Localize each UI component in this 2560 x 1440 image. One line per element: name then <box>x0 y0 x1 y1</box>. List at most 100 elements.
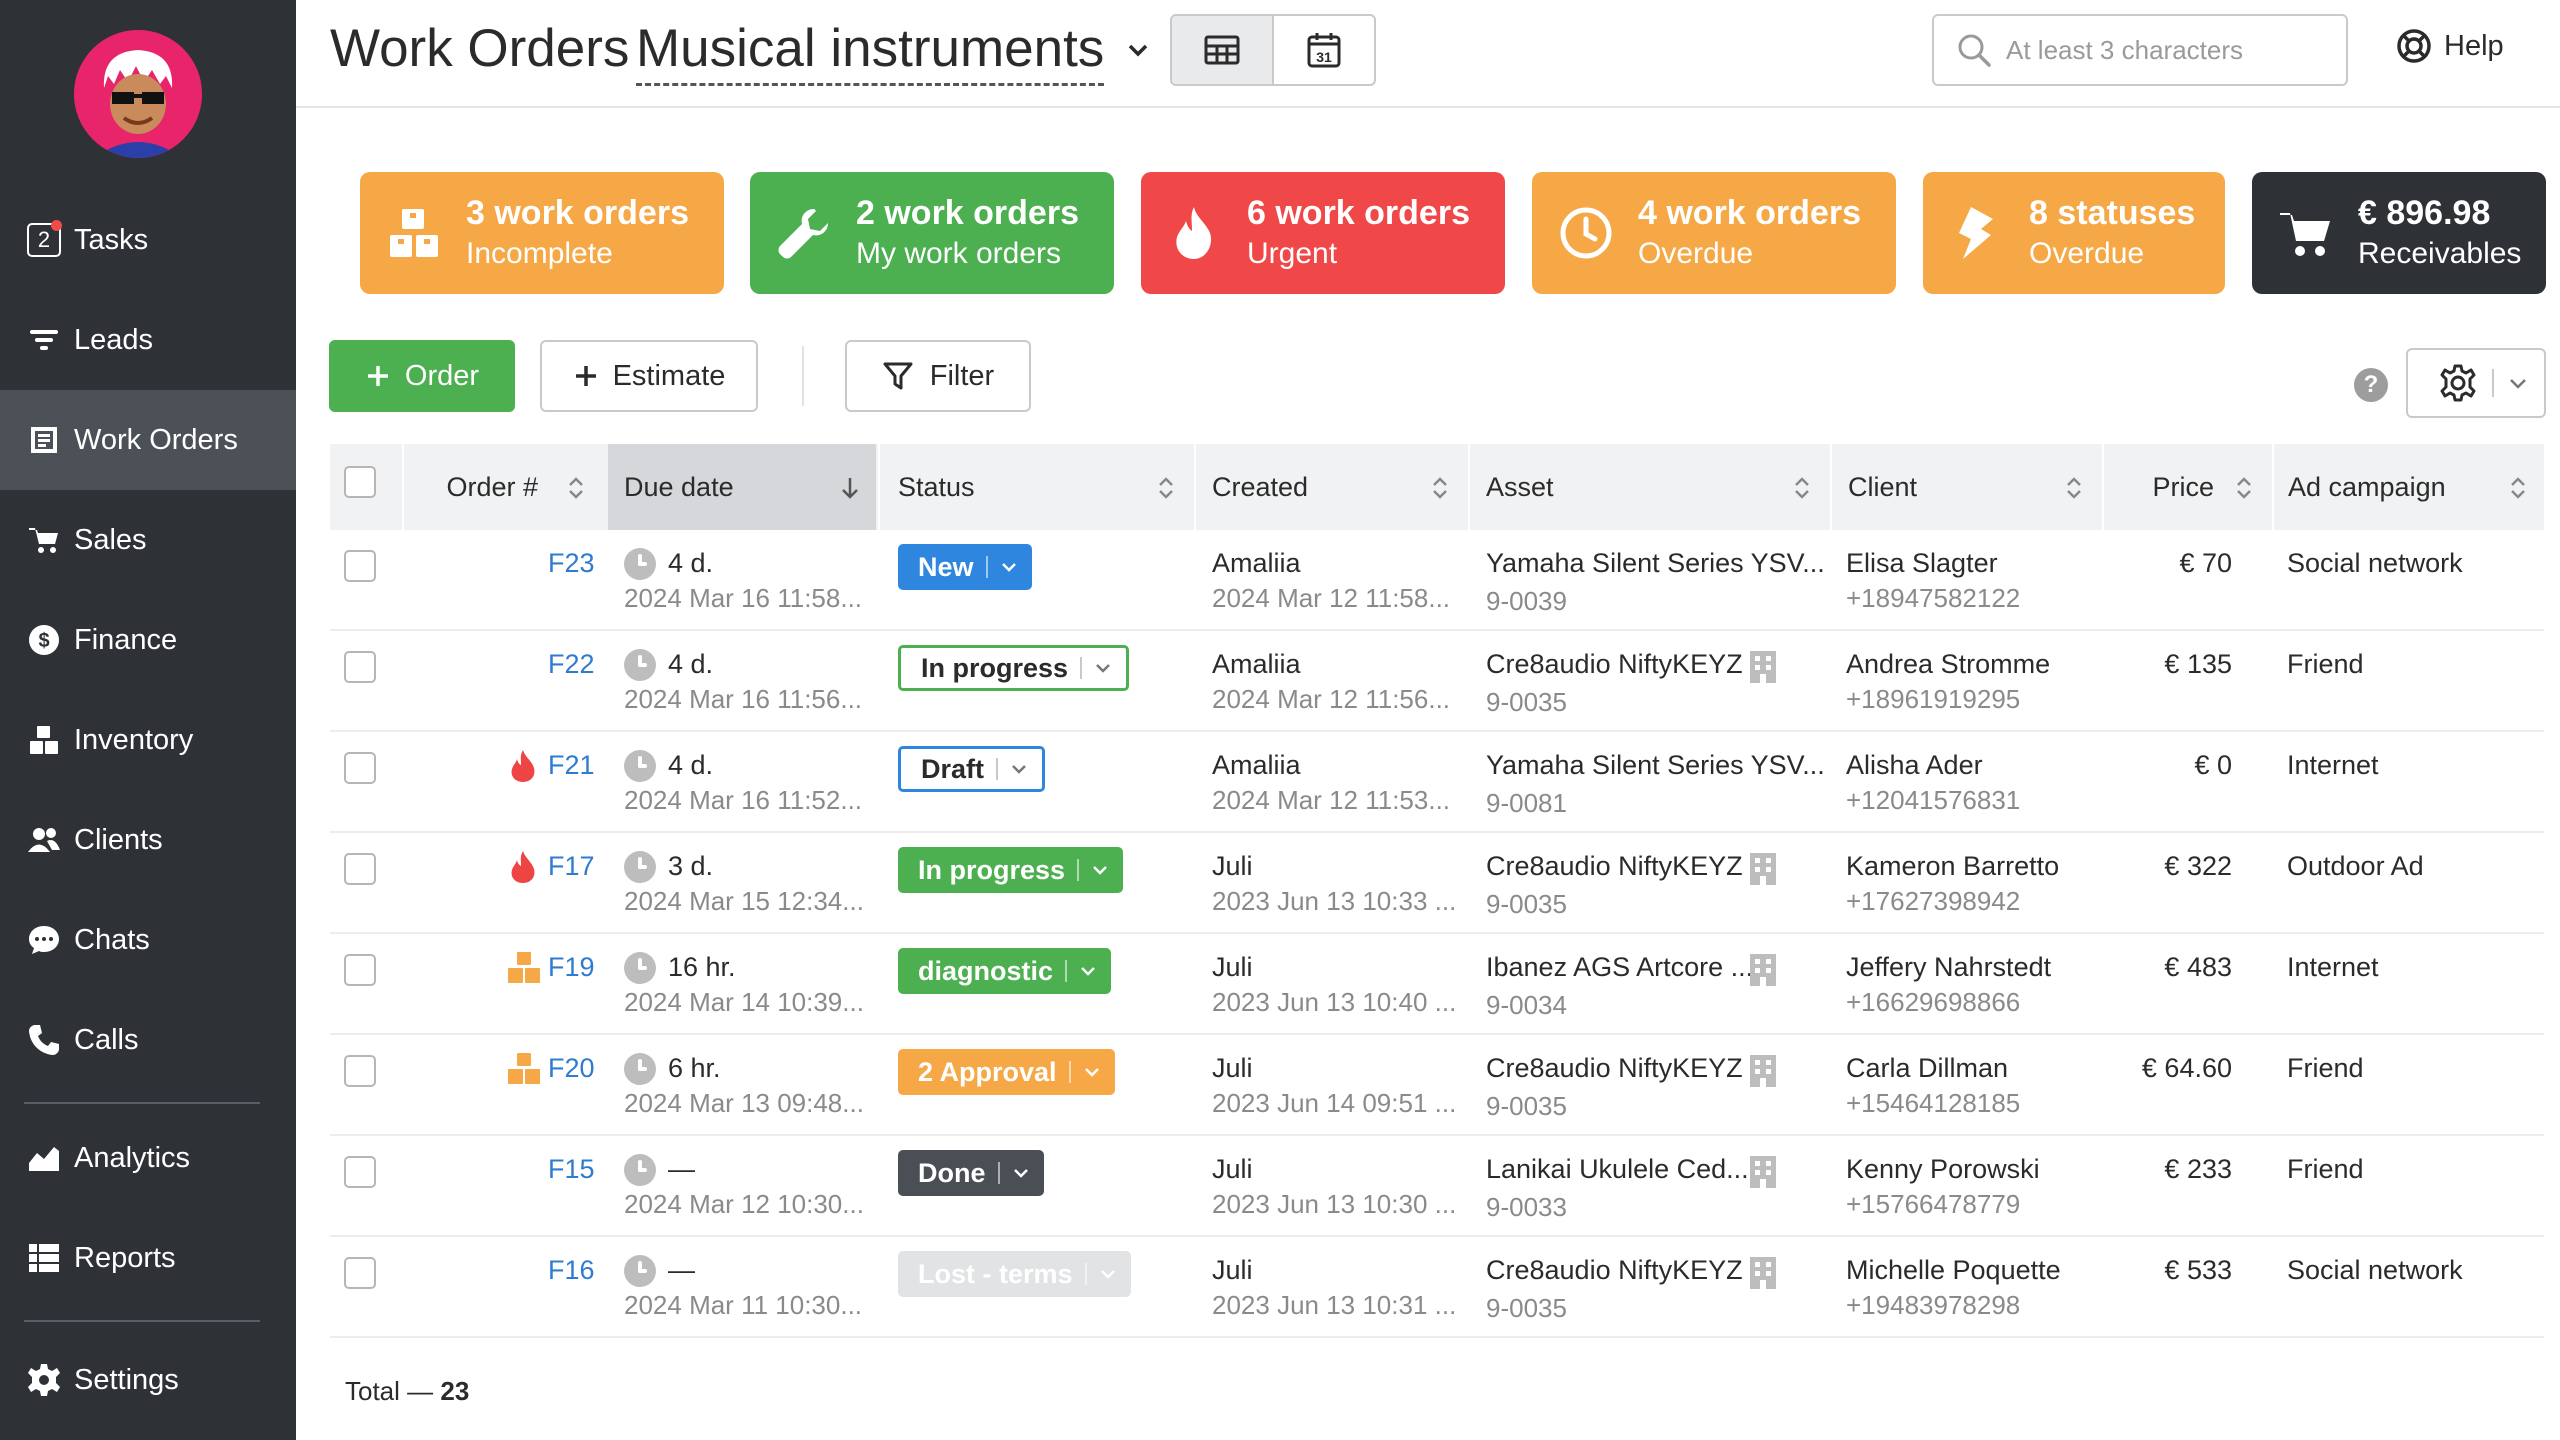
select-all-checkbox[interactable] <box>344 466 376 498</box>
divider <box>2492 369 2494 397</box>
column-header-ad-campaign[interactable]: Ad campaign <box>2274 444 2544 530</box>
row-checkbox[interactable] <box>344 1257 376 1289</box>
help-button[interactable]: Help <box>2396 28 2504 64</box>
table-row[interactable]: F21 4 d. 2024 Mar 16 11:52... Draft Amaliia 2… <box>330 732 2544 833</box>
sidebar-item-settings[interactable]: Settings <box>0 1330 296 1430</box>
client-name[interactable]: Michelle Poquette <box>1846 1255 2061 1286</box>
add-order-button[interactable]: Order <box>329 340 515 412</box>
sidebar-item-label: Clients <box>74 823 163 856</box>
client-name[interactable]: Alisha Ader <box>1846 750 1983 781</box>
add-order-label: Order <box>404 359 480 392</box>
order-number-link[interactable]: F22 <box>548 649 595 680</box>
sidebar-item-leads[interactable]: Leads <box>0 290 296 390</box>
asset-name[interactable]: Cre8audio NiftyKEYZ <box>1486 649 1743 680</box>
table-row[interactable]: F16 — 2024 Mar 11 10:30... Lost - terms Juli… <box>330 1237 2544 1338</box>
column-label: Order # <box>446 471 538 502</box>
card-overdue-work-orders[interactable]: 4 work orders Overdue <box>1532 172 1896 294</box>
order-number-link[interactable]: F23 <box>548 548 595 579</box>
sidebar-item-finance[interactable]: $ Finance <box>0 590 296 690</box>
sidebar-item-tasks[interactable]: 2 Tasks <box>0 190 296 290</box>
column-header-client[interactable]: Client <box>1832 444 2100 530</box>
table-row[interactable]: F23 4 d. 2024 Mar 16 11:58... New Amaliia 202… <box>330 530 2544 631</box>
card-urgent[interactable]: 6 work orders Urgent <box>1141 172 1505 294</box>
table-row[interactable]: F17 3 d. 2024 Mar 15 12:34... In progress Ju… <box>330 833 2544 934</box>
card-title: 4 work orders <box>1638 194 1861 232</box>
row-checkbox[interactable] <box>344 1156 376 1188</box>
avatar[interactable] <box>74 30 202 158</box>
client-name[interactable]: Kenny Porowski <box>1846 1154 2040 1185</box>
column-header-due-date[interactable]: Due date <box>608 444 876 530</box>
due-date: 2024 Mar 16 11:52... <box>624 785 863 815</box>
card-receivables[interactable]: € 896.98 Receivables <box>2252 172 2546 294</box>
status-dropdown[interactable]: diagnostic <box>898 948 1112 994</box>
asset-name[interactable]: Cre8audio NiftyKEYZ <box>1486 851 1743 882</box>
card-my-work-orders[interactable]: 2 work orders My work orders <box>750 172 1114 294</box>
asset-name[interactable]: Ibanez AGS Artcore ... <box>1486 952 1753 983</box>
client-phone: +18961919295 <box>1846 684 2021 714</box>
status-dropdown[interactable]: Done <box>898 1150 1044 1196</box>
order-number-link[interactable]: F17 <box>548 851 595 882</box>
due-date: 2024 Mar 16 11:56... <box>624 684 863 714</box>
row-checkbox[interactable] <box>344 954 376 986</box>
order-number-link[interactable]: F19 <box>548 952 595 983</box>
sidebar-item-clients[interactable]: Clients <box>0 790 296 890</box>
table-row[interactable]: F22 4 d. 2024 Mar 16 11:56... In progress Am… <box>330 631 2544 732</box>
order-number-link[interactable]: F15 <box>548 1154 595 1185</box>
order-number-link[interactable]: F16 <box>548 1255 595 1286</box>
status-dropdown[interactable]: In progress <box>898 847 1124 893</box>
status-dropdown[interactable]: In progress <box>898 645 1130 691</box>
filter-button[interactable]: Filter <box>845 340 1031 412</box>
asset-name[interactable]: Yamaha Silent Series YSV... <box>1486 548 1825 579</box>
row-checkbox[interactable] <box>344 853 376 885</box>
question-icon[interactable]: ? <box>2354 368 2388 402</box>
card-incomplete[interactable]: 3 work orders Incomplete <box>360 172 724 294</box>
row-checkbox[interactable] <box>344 550 376 582</box>
search-box <box>1932 14 2348 86</box>
client-name[interactable]: Andrea Stromme <box>1846 649 2050 680</box>
table-row[interactable]: F20 6 hr. 2024 Mar 13 09:48... 2 Approval Ju… <box>330 1035 2544 1136</box>
card-title: 3 work orders <box>466 194 689 232</box>
status-dropdown[interactable]: 2 Approval <box>898 1049 1115 1095</box>
asset-name[interactable]: Lanikai Ukulele Ced... <box>1486 1154 1749 1185</box>
column-header-created[interactable]: Created <box>1196 444 1466 530</box>
chevron-down-icon[interactable] <box>1118 30 1158 70</box>
asset-name[interactable]: Yamaha Silent Series YSV... <box>1486 750 1825 781</box>
clock-icon <box>624 1154 656 1186</box>
table-row[interactable]: F19 16 hr. 2024 Mar 14 10:39... diagnostic J… <box>330 934 2544 1035</box>
column-header-status[interactable]: Status <box>880 444 1192 530</box>
filter-label: Filter <box>929 359 995 392</box>
column-header-asset[interactable]: Asset <box>1470 444 1828 530</box>
card-overdue-statuses[interactable]: 8 statuses Overdue <box>1923 172 2225 294</box>
add-estimate-button[interactable]: Estimate <box>540 340 758 412</box>
asset-name[interactable]: Cre8audio NiftyKEYZ <box>1486 1255 1743 1286</box>
row-checkbox[interactable] <box>344 651 376 683</box>
client-name[interactable]: Elisa Slagter <box>1846 548 1998 579</box>
table-settings-button[interactable] <box>2406 348 2546 418</box>
client-name[interactable]: Kameron Barretto <box>1846 851 2059 882</box>
order-number-link[interactable]: F20 <box>548 1053 595 1084</box>
client-name[interactable]: Carla Dillman <box>1846 1053 2008 1084</box>
sidebar-item-chats[interactable]: Chats <box>0 890 296 990</box>
row-checkbox[interactable] <box>344 752 376 784</box>
sidebar-item-sales[interactable]: Sales <box>0 490 296 590</box>
client-name[interactable]: Jeffery Nahrstedt <box>1846 952 2051 983</box>
sidebar-item-reports[interactable]: Reports <box>0 1208 296 1308</box>
calendar-view-button[interactable]: 31 <box>1272 16 1374 84</box>
status-dropdown[interactable]: New <box>898 544 1032 590</box>
sidebar-item-inventory[interactable]: Inventory <box>0 690 296 790</box>
sidebar-item-analytics[interactable]: Analytics <box>0 1108 296 1208</box>
order-number-link[interactable]: F21 <box>548 750 595 781</box>
sidebar-item-work-orders[interactable]: Work Orders <box>0 390 296 490</box>
row-checkbox[interactable] <box>344 1055 376 1087</box>
asset-name[interactable]: Cre8audio NiftyKEYZ <box>1486 1053 1743 1084</box>
search-input[interactable] <box>2006 34 2346 66</box>
location-selector[interactable]: Musical instruments <box>636 18 1105 86</box>
status-dropdown[interactable]: Lost - terms <box>898 1251 1131 1297</box>
due-relative: — <box>668 1255 695 1285</box>
sort-icon <box>1159 477 1173 499</box>
table-row[interactable]: F15 — 2024 Mar 12 10:30... Done Juli 2023 Jun… <box>330 1136 2544 1237</box>
table-view-button[interactable] <box>1172 16 1272 84</box>
chevron-down-icon <box>1068 1061 1101 1083</box>
status-dropdown[interactable]: Draft <box>898 746 1046 792</box>
sidebar-item-calls[interactable]: Calls <box>0 990 296 1090</box>
